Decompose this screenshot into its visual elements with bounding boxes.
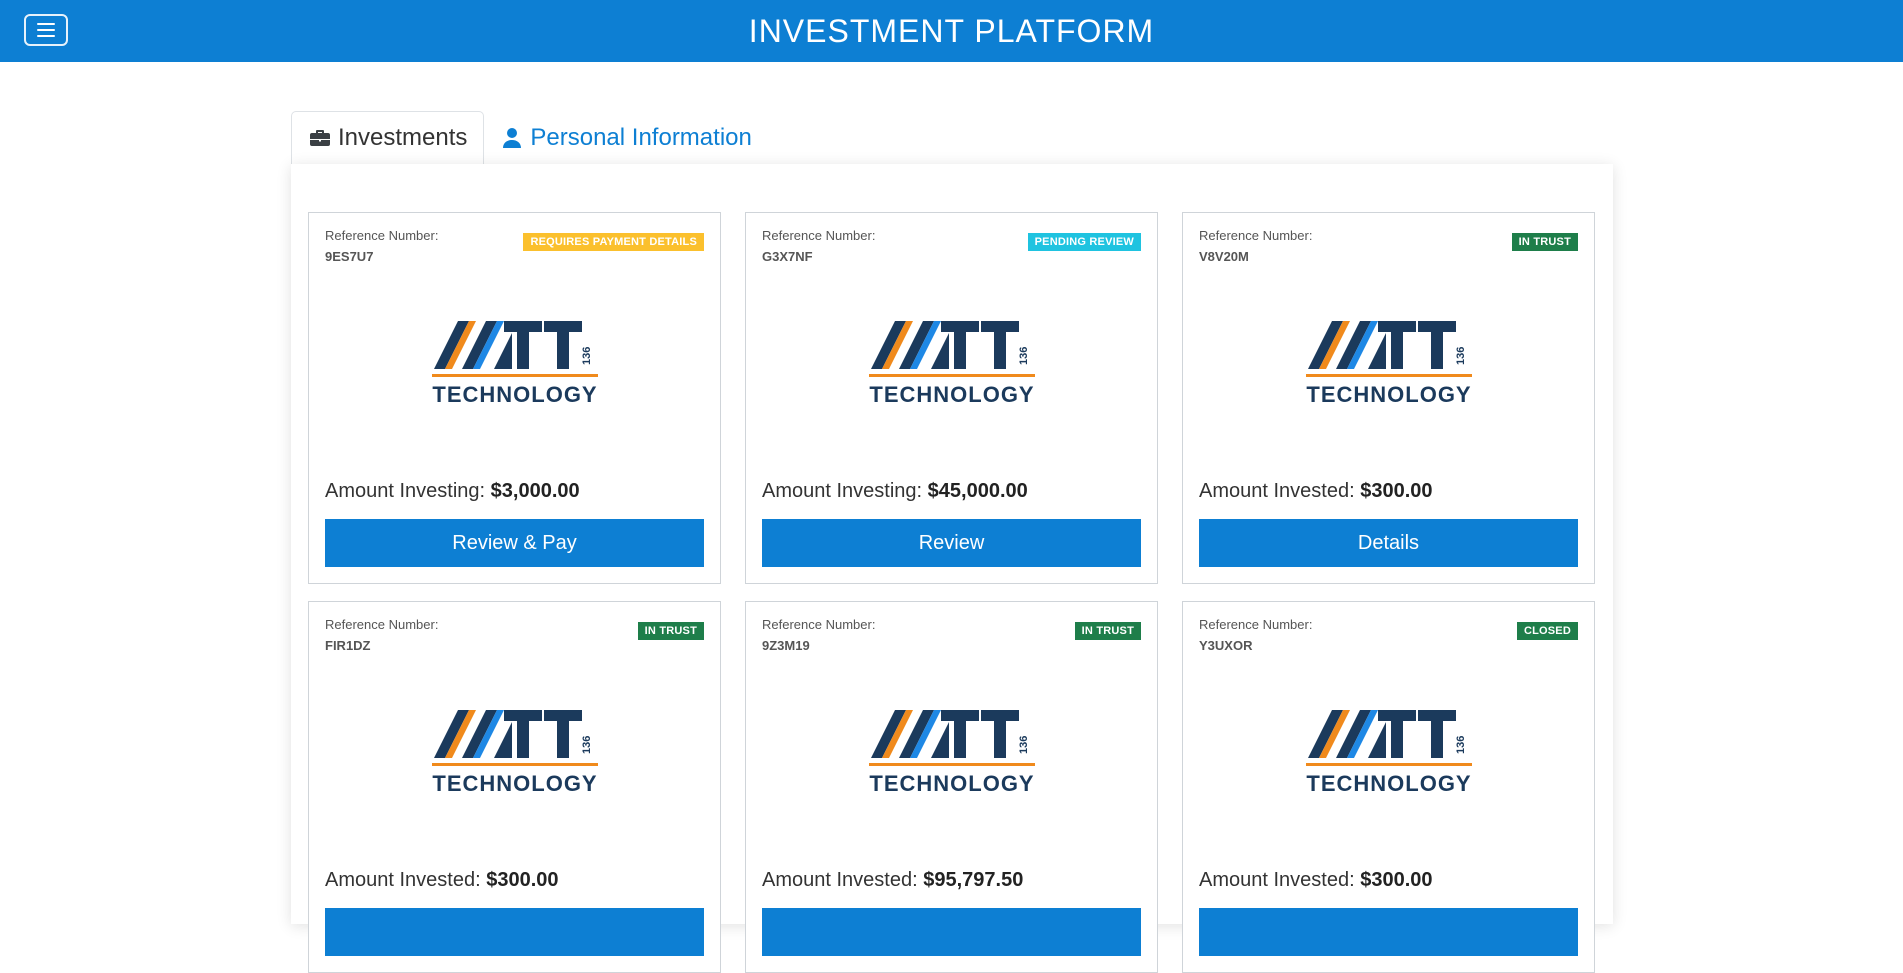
logo-wordmark: TECHNOLOGY	[432, 771, 597, 796]
card-action-button[interactable]: Details	[1199, 519, 1578, 567]
status-badge: IN TRUST	[637, 622, 704, 640]
reference-number-label: Reference Number:	[762, 228, 876, 243]
amount-value: $95,797.50	[923, 869, 1024, 891]
tab-personal-information-label: Personal Information	[530, 123, 752, 151]
logo-wordmark: TECHNOLOGY	[869, 382, 1034, 407]
card-action-button[interactable]	[762, 908, 1141, 956]
briefcase-icon	[310, 130, 330, 146]
hamburger-menu-button[interactable]	[24, 14, 68, 46]
logo-sub-text: 136	[1455, 347, 1467, 365]
reference-number: 9ES7U7	[325, 249, 374, 264]
logo-sub-text: 136	[1018, 347, 1030, 365]
amount-row: Amount Invested: $300.00	[325, 869, 559, 892]
reference-number-label: Reference Number:	[1199, 617, 1313, 632]
investment-card: Reference Number: 9ES7U7 REQUIRES PAYMEN…	[308, 212, 721, 584]
tab-investments-label: Investments	[338, 124, 468, 151]
reference-number: G3X7NF	[762, 249, 813, 264]
amount-label: Amount Invested:	[762, 869, 918, 891]
mtt-technology-logo: 136 TECHNOLOGY	[1306, 710, 1472, 796]
amount-value: $3,000.00	[490, 480, 580, 502]
amount-row: Amount Investing: $3,000.00	[325, 480, 580, 503]
investment-card: Reference Number: V8V20M IN TRUST 136 TE…	[1182, 212, 1595, 584]
card-action-button[interactable]: Review	[762, 519, 1141, 567]
mtt-technology-logo: 136 TECHNOLOGY	[869, 321, 1035, 407]
reference-number-label: Reference Number:	[325, 228, 439, 243]
hamburger-menu-icon	[37, 23, 55, 37]
card-action-button[interactable]	[1199, 908, 1578, 956]
amount-label: Amount Invested:	[1199, 480, 1355, 502]
amount-value: $45,000.00	[927, 480, 1028, 502]
investment-card: Reference Number: Y3UXOR CLOSED 136 TECH…	[1182, 601, 1595, 973]
app-title: INVESTMENT PLATFORM	[748, 12, 1155, 49]
status-badge: IN TRUST	[1511, 233, 1578, 251]
amount-value: $300.00	[1360, 480, 1433, 502]
mtt-technology-logo: 136 TECHNOLOGY	[869, 710, 1035, 796]
amount-row: Amount Invested: $95,797.50	[762, 869, 1023, 892]
mtt-technology-logo: 136 TECHNOLOGY	[432, 321, 598, 407]
amount-label: Amount Investing:	[325, 480, 486, 502]
reference-number-label: Reference Number:	[325, 617, 439, 632]
status-badge: CLOSED	[1516, 622, 1578, 640]
amount-value: $300.00	[486, 869, 559, 891]
status-badge: REQUIRES PAYMENT DETAILS	[523, 233, 704, 251]
tab-investments[interactable]: Investments	[291, 111, 485, 165]
investment-card: Reference Number: 9Z3M19 IN TRUST 136 TE…	[745, 601, 1158, 973]
investment-card: Reference Number: G3X7NF PENDING REVIEW …	[745, 212, 1158, 584]
amount-row: Amount Investing: $45,000.00	[762, 480, 1028, 503]
card-action-button[interactable]	[325, 908, 704, 956]
amount-row: Amount Invested: $300.00	[1199, 480, 1433, 503]
user-icon	[503, 127, 522, 148]
reference-number: 9Z3M19	[762, 638, 810, 653]
investments-panel: Reference Number: 9ES7U7 REQUIRES PAYMEN…	[291, 164, 1613, 973]
card-action-button[interactable]: Review & Pay	[325, 519, 704, 567]
status-badge: IN TRUST	[1074, 622, 1141, 640]
reference-number: FIR1DZ	[325, 638, 371, 653]
logo-wordmark: TECHNOLOGY	[869, 771, 1034, 796]
logo-wordmark: TECHNOLOGY	[432, 382, 597, 407]
reference-number: V8V20M	[1199, 249, 1249, 264]
logo-sub-text: 136	[1018, 736, 1030, 754]
status-badge: PENDING REVIEW	[1027, 233, 1141, 251]
tab-personal-information[interactable]: Personal Information	[484, 111, 767, 164]
logo-sub-text: 136	[1455, 736, 1467, 754]
logo-sub-text: 136	[581, 347, 593, 365]
amount-label: Amount Invested:	[1199, 869, 1355, 891]
reference-number-label: Reference Number:	[1199, 228, 1313, 243]
tab-bar: Investments Personal Information	[291, 110, 1613, 165]
amount-row: Amount Invested: $300.00	[1199, 869, 1433, 892]
investment-card: Reference Number: FIR1DZ IN TRUST 136 TE…	[308, 601, 721, 973]
amount-value: $300.00	[1360, 869, 1433, 891]
reference-number-label: Reference Number:	[762, 617, 876, 632]
amount-label: Amount Investing:	[762, 480, 923, 502]
logo-wordmark: TECHNOLOGY	[1306, 771, 1471, 796]
logo-sub-text: 136	[581, 736, 593, 754]
mtt-technology-logo: 136 TECHNOLOGY	[432, 710, 598, 796]
investment-card-grid: Reference Number: 9ES7U7 REQUIRES PAYMEN…	[308, 212, 1595, 973]
main-content: Investments Personal Information Referen…	[291, 110, 1613, 973]
top-navbar: INVESTMENT PLATFORM	[0, 0, 1903, 62]
reference-number: Y3UXOR	[1199, 638, 1253, 653]
mtt-technology-logo: 136 TECHNOLOGY	[1306, 321, 1472, 407]
amount-label: Amount Invested:	[325, 869, 481, 891]
logo-wordmark: TECHNOLOGY	[1306, 382, 1471, 407]
